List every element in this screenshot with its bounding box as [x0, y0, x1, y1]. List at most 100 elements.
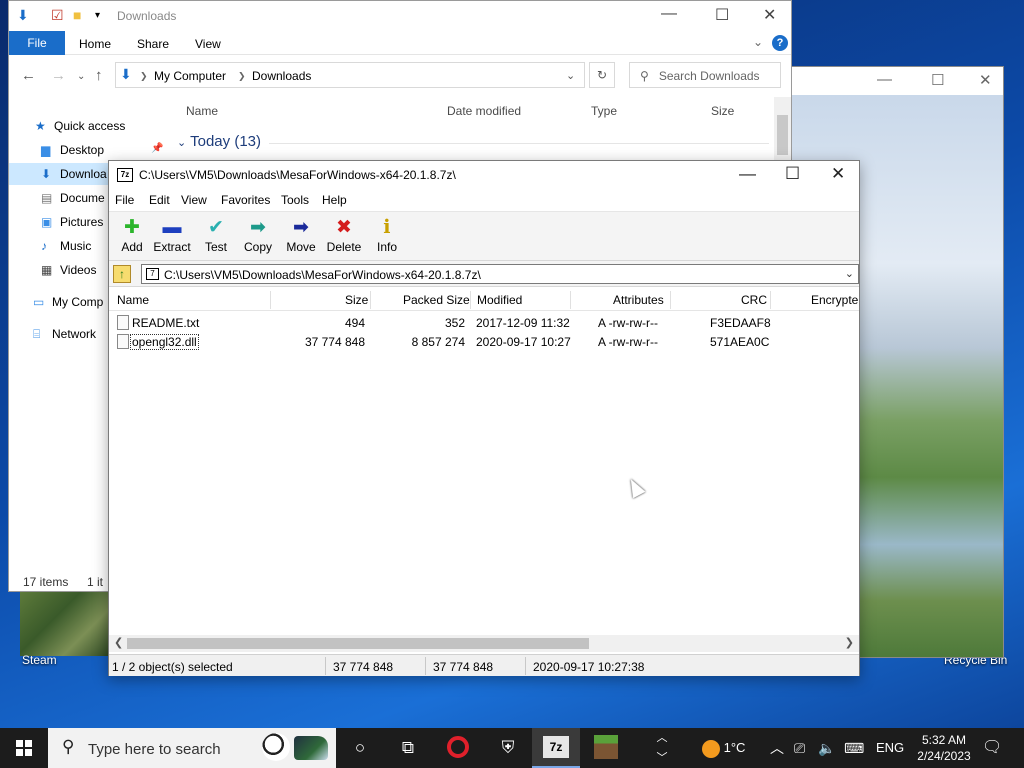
notification-icon[interactable]: 🗨 [982, 728, 1002, 768]
column-encrypted[interactable]: Encrypte [811, 293, 858, 307]
menu-view[interactable]: View [181, 193, 207, 207]
task-view-icon[interactable]: ⧉ [384, 728, 432, 768]
nav-desktop[interactable]: ▆ Desktop [41, 143, 104, 157]
scroll-right-icon[interactable]: ❯ [845, 636, 854, 649]
customize-dropdown-icon[interactable]: ▾ [95, 10, 100, 21]
minimize-icon[interactable]: — [661, 5, 677, 23]
column-name[interactable]: Name [117, 293, 149, 307]
folder-icon[interactable]: ■ [73, 7, 81, 23]
extract-button[interactable]: ▬ Extract [149, 212, 195, 262]
keyboard-icon[interactable]: ⌨ [844, 728, 864, 768]
menu-edit[interactable]: Edit [149, 193, 170, 207]
path-combobox[interactable]: 7 C:\Users\VM5\Downloads\MesaForWindows-… [141, 264, 859, 284]
nav-pictures[interactable]: ▣ Pictures [41, 215, 103, 229]
chevron-down-icon[interactable]: ⌄ [566, 69, 575, 82]
column-type[interactable]: Type [591, 104, 617, 118]
file-row[interactable]: README.txt 494 352 2017-12-09 11:32 A -r… [109, 313, 859, 332]
clock[interactable]: 5:32 AM 2/24/2023 [912, 728, 976, 768]
desktop-icon: ▆ [41, 143, 51, 157]
delete-icon: ✖ [336, 217, 352, 238]
help-icon[interactable]: ? [772, 35, 788, 51]
column-attributes[interactable]: Attributes [613, 293, 664, 307]
ribbon-tab-view[interactable]: View [195, 37, 221, 51]
volume-icon[interactable]: 🔈 [818, 728, 835, 768]
column-modified[interactable]: Modified [477, 293, 522, 307]
ribbon-tab-share[interactable]: Share [137, 37, 169, 51]
close-icon[interactable]: ✕ [831, 164, 845, 184]
search-input[interactable]: ⚲ Search Downloads [629, 62, 781, 88]
nav-music[interactable]: ♪ Music [41, 239, 91, 253]
delete-button[interactable]: ✖ Delete [321, 212, 367, 262]
column-packed-size[interactable]: Packed Size [403, 293, 470, 307]
close-icon[interactable]: ✕ [763, 5, 776, 25]
scroll-left-icon[interactable]: ❮ [114, 636, 123, 649]
7zip-taskbar-icon[interactable]: 7z [532, 728, 580, 768]
menu-help[interactable]: Help [322, 193, 347, 207]
maximize-icon[interactable]: ☐ [785, 164, 800, 184]
recent-dropdown-icon[interactable]: ⌄ [77, 71, 85, 82]
up-folder-icon[interactable]: ↑ [113, 265, 131, 283]
search-highlight-image [294, 736, 328, 760]
weather-widget[interactable]: 1°C [702, 728, 745, 768]
info-button[interactable]: ℹ Info [364, 212, 410, 262]
cortana-icon[interactable]: ○ [336, 728, 384, 768]
refresh-icon[interactable]: ↻ [589, 62, 615, 88]
file-size: 494 [344, 316, 365, 330]
chevron-down-icon[interactable]: ⌄ [845, 267, 854, 280]
move-button[interactable]: ➡ Move [278, 212, 324, 262]
nav-videos[interactable]: ▦ Videos [41, 263, 96, 277]
menu-favorites[interactable]: Favorites [221, 193, 270, 207]
nav-downloads[interactable]: ⬇ Downloa [41, 167, 107, 181]
menu-file[interactable]: File [115, 193, 134, 207]
start-button[interactable] [0, 728, 48, 768]
column-date-modified[interactable]: Date modified [447, 104, 521, 118]
tray-chevron-up-icon[interactable]: ︿ [770, 728, 784, 768]
copy-button[interactable]: ➡ Copy [235, 212, 281, 262]
group-today[interactable]: ⌄ Today (13) [177, 133, 261, 150]
minecraft-icon[interactable] [582, 728, 630, 768]
status-size: 37 774 848 [333, 660, 394, 674]
steam-desktop-icon[interactable] [20, 592, 108, 656]
scroll-thumb[interactable] [127, 638, 589, 649]
ribbon-expand-icon[interactable]: ⌄ [753, 35, 763, 49]
status-selection: 1 / 2 object(s) selected [112, 660, 233, 674]
network-icon: ⌸ [33, 327, 41, 341]
horizontal-scrollbar[interactable]: ❮ ❯ [109, 635, 859, 652]
address-bar[interactable]: ⬇ ❯ My Computer ❯ Downloads ⌄ [115, 62, 585, 88]
network-icon[interactable]: ⎚ [794, 728, 805, 768]
pin-icon[interactable]: 📌 [151, 143, 163, 154]
column-name[interactable]: Name [186, 104, 218, 118]
taskbar-search[interactable]: ⚲ Type here to search [48, 728, 336, 768]
menu-tools[interactable]: Tools [281, 193, 309, 207]
file-row[interactable]: opengl32.dll 37 774 848 8 857 274 2020-0… [109, 332, 859, 351]
language-indicator[interactable]: ENG [876, 728, 904, 768]
security-shield-icon[interactable]: ⛨ [484, 728, 532, 768]
ribbon-tab-home[interactable]: Home [79, 37, 111, 51]
file-list-header: Name Size Packed Size Modified Attribute… [109, 289, 859, 311]
minimize-icon[interactable]: — [739, 164, 756, 184]
status-item-count: 17 items [23, 575, 69, 589]
nav-my-computer[interactable]: ▭ My Comp [33, 295, 103, 309]
opera-icon[interactable] [434, 728, 482, 768]
nav-documents[interactable]: ▤ Docume [41, 191, 105, 205]
column-size[interactable]: Size [345, 293, 368, 307]
window-title: C:\Users\VM5\Downloads\MesaForWindows-x6… [139, 168, 456, 182]
test-button[interactable]: ✔ Test [193, 212, 239, 262]
maximize-icon[interactable]: ☐ [931, 71, 944, 89]
up-icon[interactable]: ↑ [95, 67, 103, 84]
minimize-icon[interactable]: — [877, 71, 892, 88]
back-icon[interactable]: ← [21, 67, 36, 84]
column-crc[interactable]: CRC [741, 293, 767, 307]
nav-network[interactable]: ⌸ Network [33, 327, 96, 342]
column-size[interactable]: Size [711, 104, 734, 118]
breadcrumb-my-computer[interactable]: My Computer [154, 69, 226, 83]
taskbar-scroll-icon[interactable]: ︿ ﹀ [650, 728, 674, 768]
dll-file-icon [117, 334, 129, 349]
forward-icon[interactable]: → [51, 67, 66, 84]
maximize-icon[interactable]: ☐ [715, 5, 729, 25]
close-icon[interactable]: ✕ [979, 71, 992, 89]
nav-quick-access[interactable]: ★ Quick access [35, 119, 125, 133]
breadcrumb-downloads[interactable]: Downloads [252, 69, 311, 83]
properties-icon[interactable]: ☑ [51, 7, 64, 24]
ribbon-tab-file[interactable]: File [9, 31, 65, 55]
